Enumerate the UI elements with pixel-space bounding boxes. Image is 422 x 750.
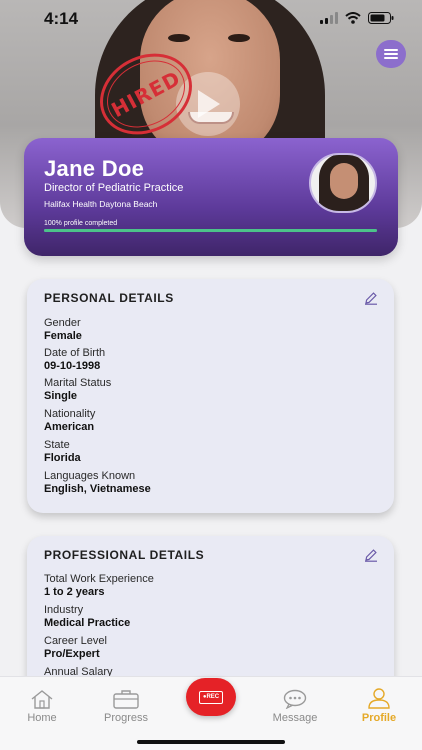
- edit-icon[interactable]: [364, 291, 378, 305]
- field-languages-known: Languages Known English, Vietnamese: [44, 470, 151, 495]
- battery-icon: [368, 12, 394, 24]
- profile-organization: Halifax Health Daytona Beach: [44, 199, 158, 209]
- profile-completion-bar: [44, 229, 377, 232]
- briefcase-icon: [113, 690, 139, 709]
- professional-details-heading: PROFESSIONAL DETAILS: [44, 548, 205, 562]
- edit-icon[interactable]: [364, 548, 378, 562]
- tab-profile-label: Profile: [361, 712, 397, 724]
- personal-details-heading: PERSONAL DETAILS: [44, 291, 174, 305]
- tab-profile[interactable]: Profile: [339, 685, 419, 724]
- field-nationality: Nationality American: [44, 408, 96, 433]
- field-industry: Industry Medical Practice: [44, 604, 131, 629]
- user-icon: [368, 688, 390, 709]
- wifi-icon: [345, 12, 361, 24]
- field-state: State Florida: [44, 439, 81, 464]
- field-total-work-experience: Total Work Experience 1 to 2 years: [44, 573, 154, 598]
- message-icon: [283, 689, 307, 709]
- record-label: ●REC: [199, 691, 223, 704]
- tab-progress[interactable]: Progress: [86, 685, 166, 724]
- field-marital-status: Marital Status Single: [44, 377, 112, 402]
- tab-progress-label: Progress: [103, 712, 149, 724]
- home-icon: [31, 690, 53, 709]
- tab-home-label: Home: [27, 712, 57, 724]
- field-career-level: Career Level Pro/Expert: [44, 635, 107, 660]
- tab-home[interactable]: Home: [2, 685, 82, 724]
- field-date-of-birth: Date of Birth 09-10-1998: [44, 347, 106, 372]
- tab-message-label: Message: [272, 712, 318, 724]
- profile-title: Director of Pediatric Practice: [44, 182, 184, 194]
- profile-completion-fill: [44, 229, 377, 232]
- clock: 4:14: [44, 9, 79, 28]
- profile-completion-text: 100% profile completed: [44, 220, 118, 227]
- personal-details-card: PERSONAL DETAILS Gender Female Date of B…: [27, 279, 394, 513]
- avatar[interactable]: [309, 153, 377, 213]
- profile-name: Jane Doe: [44, 156, 145, 181]
- record-button[interactable]: ●REC: [186, 678, 236, 716]
- tab-message[interactable]: Message: [255, 685, 335, 724]
- status-bar: 4:14: [0, 0, 422, 40]
- home-indicator: [137, 740, 285, 744]
- field-gender: Gender Female: [44, 317, 82, 342]
- menu-icon[interactable]: [376, 40, 406, 68]
- profile-summary-card: Jane Doe Director of Pediatric Practice …: [24, 138, 398, 256]
- signal-icon: [320, 12, 338, 24]
